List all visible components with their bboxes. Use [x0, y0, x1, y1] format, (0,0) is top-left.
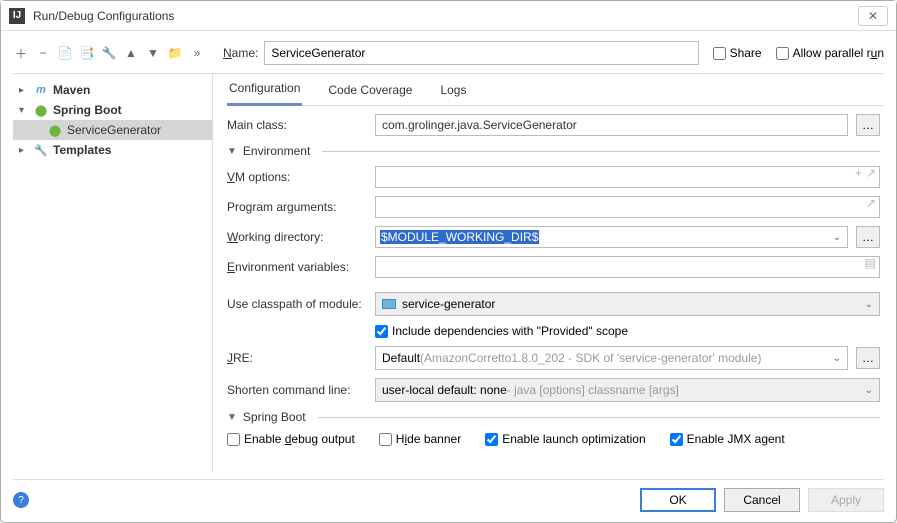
window-title: Run/Debug Configurations	[33, 9, 858, 23]
titlebar: IJ Run/Debug Configurations ✕	[1, 1, 896, 31]
chevron-right-icon: ▸	[19, 145, 29, 156]
copy-icon[interactable]: 📄	[57, 45, 73, 61]
chevron-down-icon: ▾	[19, 105, 29, 116]
shorten-select[interactable]: user-local default: none - java [options…	[375, 378, 880, 402]
program-args-label: Program arguments:	[227, 200, 367, 214]
expand-icon[interactable]: ↗	[866, 196, 876, 210]
program-args-input[interactable]	[375, 196, 880, 218]
browse-working-dir-button[interactable]: …	[856, 226, 880, 248]
module-icon	[382, 299, 396, 309]
tab-logs[interactable]: Logs	[438, 74, 468, 106]
chevron-right-icon: ▸	[19, 85, 29, 96]
chevron-down-icon: ▼	[227, 146, 237, 157]
spring-icon: ⬤	[47, 122, 63, 138]
main-class-label: Main class:	[227, 118, 367, 132]
shorten-label: Shorten command line:	[227, 383, 367, 397]
name-label: Name:	[223, 46, 258, 60]
hide-banner-checkbox[interactable]: Hide banner	[379, 432, 461, 446]
tree-item-service-generator[interactable]: ⬤ ServiceGenerator	[13, 120, 212, 140]
tab-code-coverage[interactable]: Code Coverage	[326, 74, 414, 106]
vm-options-label: VM options:	[227, 170, 367, 184]
expand-icon[interactable]: »	[189, 45, 205, 61]
jre-label: JRE:	[227, 351, 367, 365]
include-deps-checkbox[interactable]: Include dependencies with "Provided" sco…	[375, 324, 628, 338]
dialog-window: IJ Run/Debug Configurations ✕ ＋ − 📄 📑 🔧 …	[0, 0, 897, 523]
config-tree: ▸ m Maven ▾ ⬤ Spring Boot ⬤ ServiceGener…	[13, 74, 213, 473]
remove-icon[interactable]: −	[35, 45, 51, 61]
chevron-down-icon[interactable]: ⌄	[833, 232, 841, 243]
spring-boot-section-header[interactable]: ▼ Spring Boot	[227, 410, 880, 424]
name-input[interactable]	[264, 41, 698, 65]
tab-bar: Configuration Code Coverage Logs	[227, 74, 884, 106]
tree-item-maven[interactable]: ▸ m Maven	[13, 80, 212, 100]
folder-icon[interactable]: 📁	[167, 45, 183, 61]
spring-icon: ⬤	[33, 102, 49, 118]
app-icon: IJ	[9, 8, 25, 24]
chevron-down-icon: ⌄	[865, 385, 873, 396]
browse-jre-button[interactable]: …	[856, 347, 880, 369]
ok-button[interactable]: OK	[640, 488, 716, 512]
plus-icon[interactable]: +	[855, 166, 862, 180]
enable-jmx-checkbox[interactable]: Enable JMX agent	[670, 432, 785, 446]
wrench-icon: 🔧	[33, 142, 49, 158]
working-dir-label: Working directory:	[227, 230, 367, 244]
tab-configuration[interactable]: Configuration	[227, 74, 302, 106]
enable-debug-checkbox[interactable]: Enable debug output	[227, 432, 355, 446]
close-icon[interactable]: ✕	[858, 6, 888, 26]
chevron-down-icon: ⌄	[833, 353, 841, 364]
env-vars-label: Environment variables:	[227, 260, 367, 274]
env-vars-input[interactable]	[375, 256, 880, 278]
tree-item-spring-boot[interactable]: ▾ ⬤ Spring Boot	[13, 100, 212, 120]
apply-button[interactable]: Apply	[808, 488, 884, 512]
share-checkbox[interactable]: Share	[713, 46, 762, 60]
up-icon[interactable]: ▲	[123, 45, 139, 61]
add-icon[interactable]: ＋	[13, 45, 29, 61]
chevron-down-icon: ⌄	[865, 299, 873, 310]
expand-icon[interactable]: ↗	[866, 166, 876, 180]
environment-section-header[interactable]: ▼ Environment	[227, 144, 880, 158]
cancel-button[interactable]: Cancel	[724, 488, 800, 512]
chevron-down-icon: ▼	[227, 412, 237, 423]
list-icon[interactable]: ▤	[865, 256, 876, 270]
config-toolbar: ＋ − 📄 📑 🔧 ▲ ▼ 📁 »	[13, 45, 213, 61]
maven-icon: m	[33, 82, 49, 98]
classpath-select[interactable]: service-generator ⌄	[375, 292, 880, 316]
help-icon[interactable]: ?	[13, 492, 29, 508]
down-icon[interactable]: ▼	[145, 45, 161, 61]
main-class-input[interactable]	[375, 114, 848, 136]
wrench-icon[interactable]: 🔧	[101, 45, 117, 61]
jre-select[interactable]: Default (AmazonCorretto1.8.0_202 - SDK o…	[375, 346, 848, 370]
enable-launch-checkbox[interactable]: Enable launch optimization	[485, 432, 645, 446]
browse-main-class-button[interactable]: …	[856, 114, 880, 136]
working-dir-input[interactable]: $MODULE_WORKING_DIR$ ⌄	[375, 226, 848, 248]
classpath-label: Use classpath of module:	[227, 297, 367, 311]
parallel-checkbox[interactable]: Allow parallel run	[776, 46, 884, 60]
tree-item-templates[interactable]: ▸ 🔧 Templates	[13, 140, 212, 160]
save-template-icon[interactable]: 📑	[79, 45, 95, 61]
vm-options-input[interactable]	[375, 166, 880, 188]
